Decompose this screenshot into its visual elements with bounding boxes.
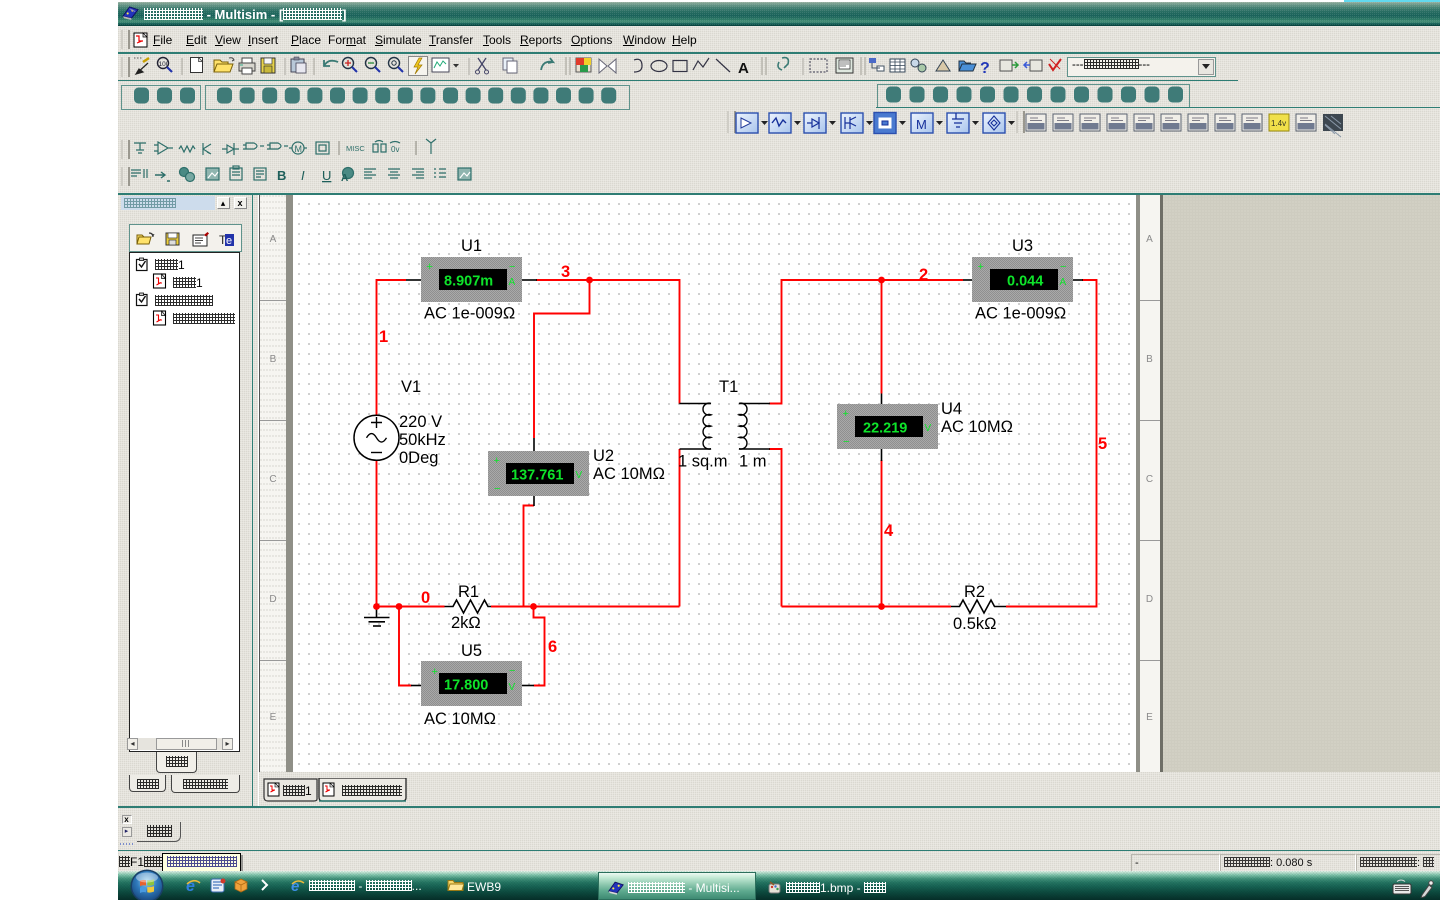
svg-text:AC 1e-009Ω: AC 1e-009Ω xyxy=(975,305,1066,323)
svg-text:4: 4 xyxy=(884,522,894,540)
svg-text:AC 1e-009Ω: AC 1e-009Ω xyxy=(424,305,515,323)
svg-text:U4: U4 xyxy=(941,400,962,418)
svg-text:AC 10MΩ: AC 10MΩ xyxy=(593,465,665,483)
svg-text:M: M xyxy=(295,144,303,154)
svg-text:MISC: MISC xyxy=(346,144,365,153)
svg-text:1 sq.m: 1 sq.m xyxy=(678,453,728,471)
svg-text:0Deg: 0Deg xyxy=(399,449,438,467)
svg-text:+: + xyxy=(978,261,984,273)
svg-text:−: − xyxy=(843,436,849,448)
svg-text:U: U xyxy=(322,168,331,183)
svg-text:U2: U2 xyxy=(593,447,614,465)
svg-text:8.907m: 8.907m xyxy=(444,274,493,290)
svg-text:0: 0 xyxy=(421,589,430,607)
svg-text:1 m: 1 m xyxy=(739,453,767,471)
svg-text:A: A xyxy=(341,173,348,184)
svg-text:I: I xyxy=(301,168,305,183)
svg-text:U1: U1 xyxy=(461,237,482,255)
svg-text:2kΩ: 2kΩ xyxy=(451,614,481,632)
svg-text:100: 100 xyxy=(159,61,170,68)
svg-text:5: 5 xyxy=(1098,435,1107,453)
svg-text:−: − xyxy=(509,665,515,677)
svg-text:2: 2 xyxy=(919,266,928,284)
svg-text:V: V xyxy=(576,470,583,481)
svg-text:B: B xyxy=(277,168,286,183)
svg-text:+: + xyxy=(427,261,433,273)
svg-text:1.4v: 1.4v xyxy=(1271,119,1286,128)
svg-text:U5: U5 xyxy=(461,642,482,660)
svg-text:0v: 0v xyxy=(391,145,399,154)
svg-text:−: − xyxy=(509,261,515,273)
svg-text:220 V: 220 V xyxy=(399,413,442,431)
svg-text:6: 6 xyxy=(548,638,557,656)
svg-text:R1: R1 xyxy=(458,583,479,601)
svg-text:T1: T1 xyxy=(719,378,738,396)
svg-text:?: ? xyxy=(980,60,990,77)
svg-text:A: A xyxy=(1060,277,1067,288)
svg-text:17.800: 17.800 xyxy=(444,678,488,694)
svg-text:R2: R2 xyxy=(964,583,985,601)
svg-text:V: V xyxy=(509,682,516,693)
svg-text:A: A xyxy=(509,277,516,288)
svg-text:+: + xyxy=(843,408,849,420)
svg-text:e: e xyxy=(226,235,232,247)
svg-text:22.219: 22.219 xyxy=(863,421,907,437)
svg-text:AC 10MΩ: AC 10MΩ xyxy=(424,710,496,728)
svg-text:+: + xyxy=(432,666,438,678)
svg-text:V1: V1 xyxy=(401,378,421,396)
svg-text:1: 1 xyxy=(379,328,388,346)
svg-text:A: A xyxy=(738,60,749,77)
svg-text:U3: U3 xyxy=(1012,237,1033,255)
svg-text:+: + xyxy=(494,455,500,467)
svg-text:V: V xyxy=(925,423,932,434)
svg-text:0.5kΩ: 0.5kΩ xyxy=(953,615,997,633)
svg-text:50kHz: 50kHz xyxy=(399,431,446,449)
svg-text:AC 10MΩ: AC 10MΩ xyxy=(941,418,1013,436)
svg-text:0.044: 0.044 xyxy=(1007,274,1043,290)
svg-text:3: 3 xyxy=(561,263,570,281)
svg-text:−: − xyxy=(494,483,500,495)
svg-text:137.761: 137.761 xyxy=(511,468,563,484)
svg-text:−: − xyxy=(1060,261,1066,273)
svg-text:M: M xyxy=(916,117,927,132)
